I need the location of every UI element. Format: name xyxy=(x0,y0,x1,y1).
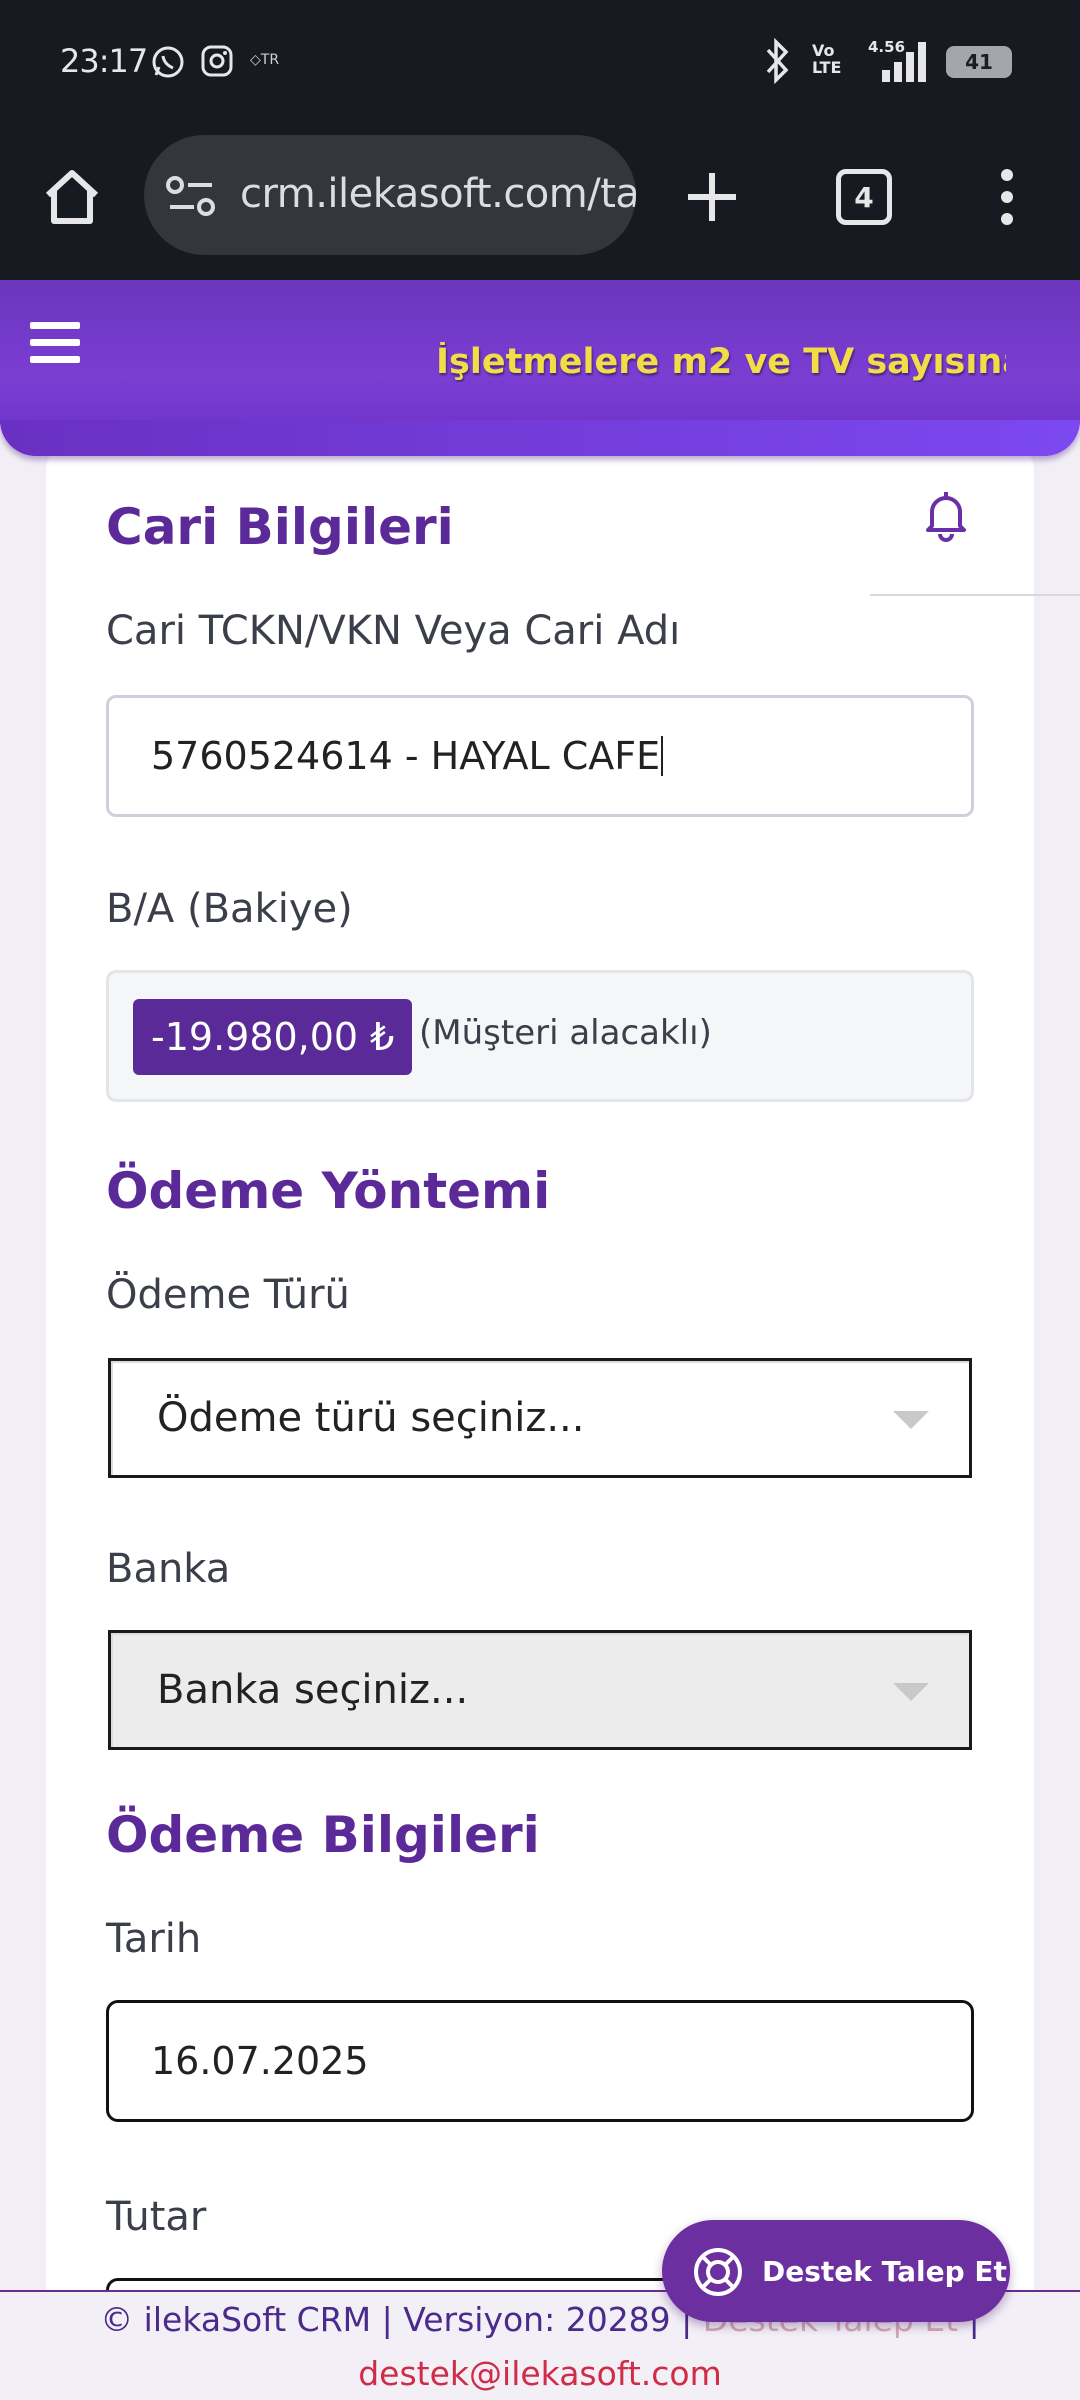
lifebuoy-icon xyxy=(694,2248,742,2296)
tab-switcher-button[interactable]: 4 xyxy=(836,169,892,225)
instagram-icon xyxy=(201,45,233,77)
status-bar: 23:17 ◇TR Vo LTE 4.56 41 xyxy=(0,0,1080,125)
date-value: 16.07.2025 xyxy=(151,2039,369,2083)
status-time: 23:17 xyxy=(60,42,148,80)
dropdown-arrow-icon xyxy=(893,1411,929,1429)
url-text[interactable]: crm.ilekasoft.com/tal xyxy=(240,171,636,217)
balance-field: -19.980,00 ₺ (Müşteri alacaklı) xyxy=(106,970,974,1102)
balance-label: B/A (Bakiye) xyxy=(106,886,353,932)
support-request-label: Destek Talep Et xyxy=(762,2254,1007,2288)
address-bar[interactable]: crm.ilekasoft.com/tal xyxy=(144,135,636,255)
bank-label: Banka xyxy=(106,1546,231,1592)
whatsapp-icon xyxy=(152,46,184,78)
bluetooth-icon xyxy=(766,38,789,84)
cari-search-label: Cari TCKN/VKN Veya Cari Adı xyxy=(106,608,681,654)
divider xyxy=(870,594,1080,596)
date-input[interactable]: 16.07.2025 xyxy=(106,2000,974,2122)
date-label: Tarih xyxy=(106,1916,202,1962)
balance-badge: -19.980,00 ₺ xyxy=(133,999,413,1075)
site-header: İşletmelere m2 ve TV sayısına g xyxy=(0,280,1080,456)
cari-search-input[interactable]: 5760524614 - HAYAL CAFE xyxy=(106,695,974,817)
hamburger-menu-icon[interactable] xyxy=(30,322,80,366)
translate-notification-icon: ◇TR xyxy=(250,52,280,68)
battery-icon: 41 xyxy=(946,46,1012,78)
footer-copyright: © ilekaSoft CRM | Versiyon: 20289 | xyxy=(100,2300,693,2339)
bank-select[interactable]: Banka seçiniz... xyxy=(108,1630,972,1750)
site-settings-icon[interactable] xyxy=(166,175,216,217)
support-request-button[interactable]: Destek Talep Et xyxy=(662,2220,1010,2322)
volte-indicator: Vo LTE xyxy=(812,41,842,77)
browser-toolbar: crm.ilekasoft.com/tal 4 xyxy=(0,125,1080,280)
section-title-cari: Cari Bilgileri xyxy=(106,498,454,556)
tab-count: 4 xyxy=(854,180,874,214)
notification-bell-icon[interactable] xyxy=(916,484,976,544)
cari-search-value: 5760524614 - HAYAL CAFE xyxy=(151,734,661,778)
payment-type-select[interactable]: Ödeme türü seçiniz... xyxy=(108,1358,972,1478)
new-tab-icon[interactable] xyxy=(680,165,744,229)
footer-email-link[interactable]: destek@ilekasoft.com xyxy=(0,2354,1080,2393)
payment-type-value: Ödeme türü seçiniz... xyxy=(157,1395,585,1441)
balance-note: (Müşteri alacaklı) xyxy=(419,1013,712,1053)
text-caret xyxy=(661,736,664,776)
amount-label: Tutar xyxy=(106,2194,207,2240)
announcement-marquee[interactable]: İşletmelere m2 ve TV sayısına g xyxy=(436,342,1006,382)
bank-value: Banka seçiniz... xyxy=(157,1667,469,1713)
section-title-payment-info: Ödeme Bilgileri xyxy=(106,1806,540,1864)
more-menu-icon[interactable] xyxy=(994,167,1020,227)
home-icon[interactable] xyxy=(40,165,104,229)
signal-icon xyxy=(882,42,926,82)
dropdown-arrow-icon xyxy=(893,1683,929,1701)
battery-level: 41 xyxy=(965,50,993,74)
section-title-payment-method: Ödeme Yöntemi xyxy=(106,1162,551,1220)
payment-type-label: Ödeme Türü xyxy=(106,1272,350,1318)
